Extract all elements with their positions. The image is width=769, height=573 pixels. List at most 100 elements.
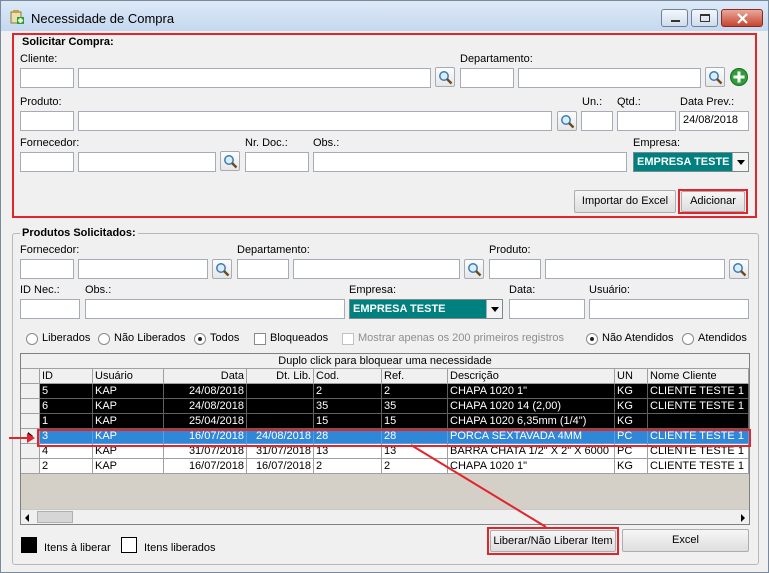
cliente-name-input[interactable]: [78, 68, 431, 88]
minimize-button[interactable]: [661, 9, 688, 27]
filter-atendidos[interactable]: Atendidos: [682, 332, 752, 346]
cliente-label: Cliente:: [20, 53, 58, 65]
produtos-fornecedor-search-button[interactable]: [212, 259, 232, 279]
close-icon: [737, 13, 748, 24]
atendidos-radio[interactable]: [682, 333, 694, 345]
departamento-name-input[interactable]: [518, 68, 701, 88]
produtos-departamento-name-input[interactable]: [293, 259, 460, 279]
table-cell: KG: [615, 399, 648, 414]
produtos-fornecedor-code-input[interactable]: [20, 259, 74, 279]
filter-todos[interactable]: Todos: [194, 332, 246, 346]
column-header[interactable]: Usuário: [93, 369, 164, 384]
column-header[interactable]: Ref.: [382, 369, 448, 384]
liberar-nao-liberar-button[interactable]: Liberar/Não Liberar Item: [490, 530, 616, 552]
departamento-code-input[interactable]: [460, 68, 514, 88]
obs-label: Obs.:: [313, 137, 340, 149]
grid-header-row: ID Usuário Data Dt. Lib. Cod. Ref. Descrição UN…: [21, 369, 749, 384]
produtos-fornecedor-name-input[interactable]: [78, 259, 208, 279]
nao-liberados-label: Não Liberados: [114, 332, 186, 344]
liberados-radio[interactable]: [26, 333, 38, 345]
column-header[interactable]: ID: [40, 369, 93, 384]
column-header[interactable]: Data: [164, 369, 247, 384]
table-cell: CLIENTE TESTE 1: [648, 384, 749, 399]
table-cell: KAP: [93, 399, 164, 414]
produtos-produto-code-input[interactable]: [489, 259, 541, 279]
main-window: Necessidade de Compra Solicitar Compra: …: [0, 0, 769, 573]
filter-bloqueados[interactable]: Bloqueados: [254, 332, 334, 346]
obs-input[interactable]: [313, 152, 627, 172]
filter-nao-liberados[interactable]: Não Liberados: [98, 332, 188, 346]
fornecedor-name-input[interactable]: [78, 152, 216, 172]
liberados-label: Liberados: [42, 332, 91, 344]
produto-name-input[interactable]: [78, 111, 552, 131]
table-row[interactable]: 5 KAP 24/08/2018 2 2 CHAPA 1020 1" KG CLIENTE T…: [21, 384, 749, 399]
produtos-departamento-label: Departamento:: [237, 244, 310, 256]
qtd-input[interactable]: [617, 111, 676, 131]
column-header[interactable]: Descrição: [448, 369, 615, 384]
filter-liberados[interactable]: Liberados: [26, 332, 96, 346]
produto-code-input[interactable]: [20, 111, 74, 131]
column-header[interactable]: Dt. Lib.: [247, 369, 314, 384]
produtos-produto-search-button[interactable]: [729, 259, 749, 279]
selected-row-arrow-icon: [9, 433, 35, 443]
window-title: Necessidade de Compra: [31, 11, 175, 26]
adicionar-button[interactable]: Adicionar: [681, 191, 745, 212]
fornecedor-search-button[interactable]: [220, 151, 240, 171]
column-header[interactable]: Nome Cliente: [648, 369, 749, 384]
excel-button[interactable]: Excel: [622, 529, 749, 552]
filter-mostrar-200[interactable]: Mostrar apenas os 200 primeiros registro…: [342, 332, 567, 346]
grid-caption: Duplo click para bloquear uma necessidad…: [21, 354, 749, 369]
cliente-search-button[interactable]: [435, 67, 455, 87]
produto-search-button[interactable]: [557, 111, 577, 131]
close-button[interactable]: [721, 9, 763, 27]
fornecedor-label: Fornecedor:: [20, 137, 80, 149]
maximize-icon: [700, 14, 710, 22]
scroll-thumb[interactable]: [37, 511, 73, 523]
table-cell: 15: [382, 414, 448, 429]
produtos-departamento-code-input[interactable]: [237, 259, 289, 279]
row-indicator: [21, 414, 40, 429]
table-row[interactable]: 1 KAP 25/04/2018 15 15 CHAPA 1020 6,35mm (1/4…: [21, 414, 749, 429]
horizontal-scrollbar[interactable]: [21, 509, 749, 524]
produtos-data-label: Data:: [509, 284, 536, 296]
column-header[interactable]: Cod.: [314, 369, 382, 384]
departamento-search-button[interactable]: [705, 67, 725, 87]
nao-atendidos-radio[interactable]: [586, 333, 598, 345]
data-prev-input[interactable]: 24/08/2018: [679, 111, 749, 131]
filter-nao-atendidos[interactable]: Não Atendidos: [586, 332, 676, 346]
produtos-obs-input[interactable]: [85, 299, 345, 319]
produtos-empresa-select[interactable]: EMPRESA TESTE: [349, 299, 503, 319]
importar-excel-button[interactable]: Importar do Excel: [574, 190, 676, 213]
table-cell: [247, 399, 314, 414]
produtos-produto-name-input[interactable]: [545, 259, 725, 279]
table-row[interactable]: 6 KAP 24/08/2018 35 35 CHAPA 1020 14 (2,00) KG…: [21, 399, 749, 414]
fornecedor-code-input[interactable]: [20, 152, 74, 172]
maximize-button[interactable]: [691, 9, 718, 27]
empresa-select[interactable]: EMPRESA TESTE: [633, 152, 749, 172]
add-departamento-icon[interactable]: [729, 67, 749, 87]
todos-label: Todos: [210, 332, 240, 344]
minimize-icon: [671, 20, 680, 22]
un-input[interactable]: [581, 111, 613, 131]
mostrar-200-checkbox[interactable]: [342, 333, 354, 345]
table-cell: KAP: [93, 414, 164, 429]
nr-doc-input[interactable]: [245, 152, 309, 172]
table-row[interactable]: 2 KAP 16/07/2018 16/07/2018 2 2 CHAPA 1020 1" K…: [21, 459, 749, 474]
column-header[interactable]: UN: [615, 369, 648, 384]
table-cell: 2: [314, 459, 382, 474]
cliente-code-input[interactable]: [20, 68, 74, 88]
produtos-data-input[interactable]: [509, 299, 585, 319]
table-cell: 16/07/2018: [164, 459, 247, 474]
produtos-usuario-input[interactable]: [589, 299, 749, 319]
id-nec-input[interactable]: [20, 299, 80, 319]
table-cell: 2: [382, 384, 448, 399]
search-icon: [216, 263, 230, 277]
produtos-departamento-search-button[interactable]: [464, 259, 484, 279]
produtos-obs-label: Obs.:: [85, 284, 112, 296]
table-cell: 24/08/2018: [164, 399, 247, 414]
nao-liberados-radio[interactable]: [98, 333, 110, 345]
table-cell: 24/08/2018: [164, 384, 247, 399]
bloqueados-checkbox[interactable]: [254, 333, 266, 345]
todos-radio[interactable]: [194, 333, 206, 345]
legend-itens-liberados-swatch: [121, 537, 137, 553]
